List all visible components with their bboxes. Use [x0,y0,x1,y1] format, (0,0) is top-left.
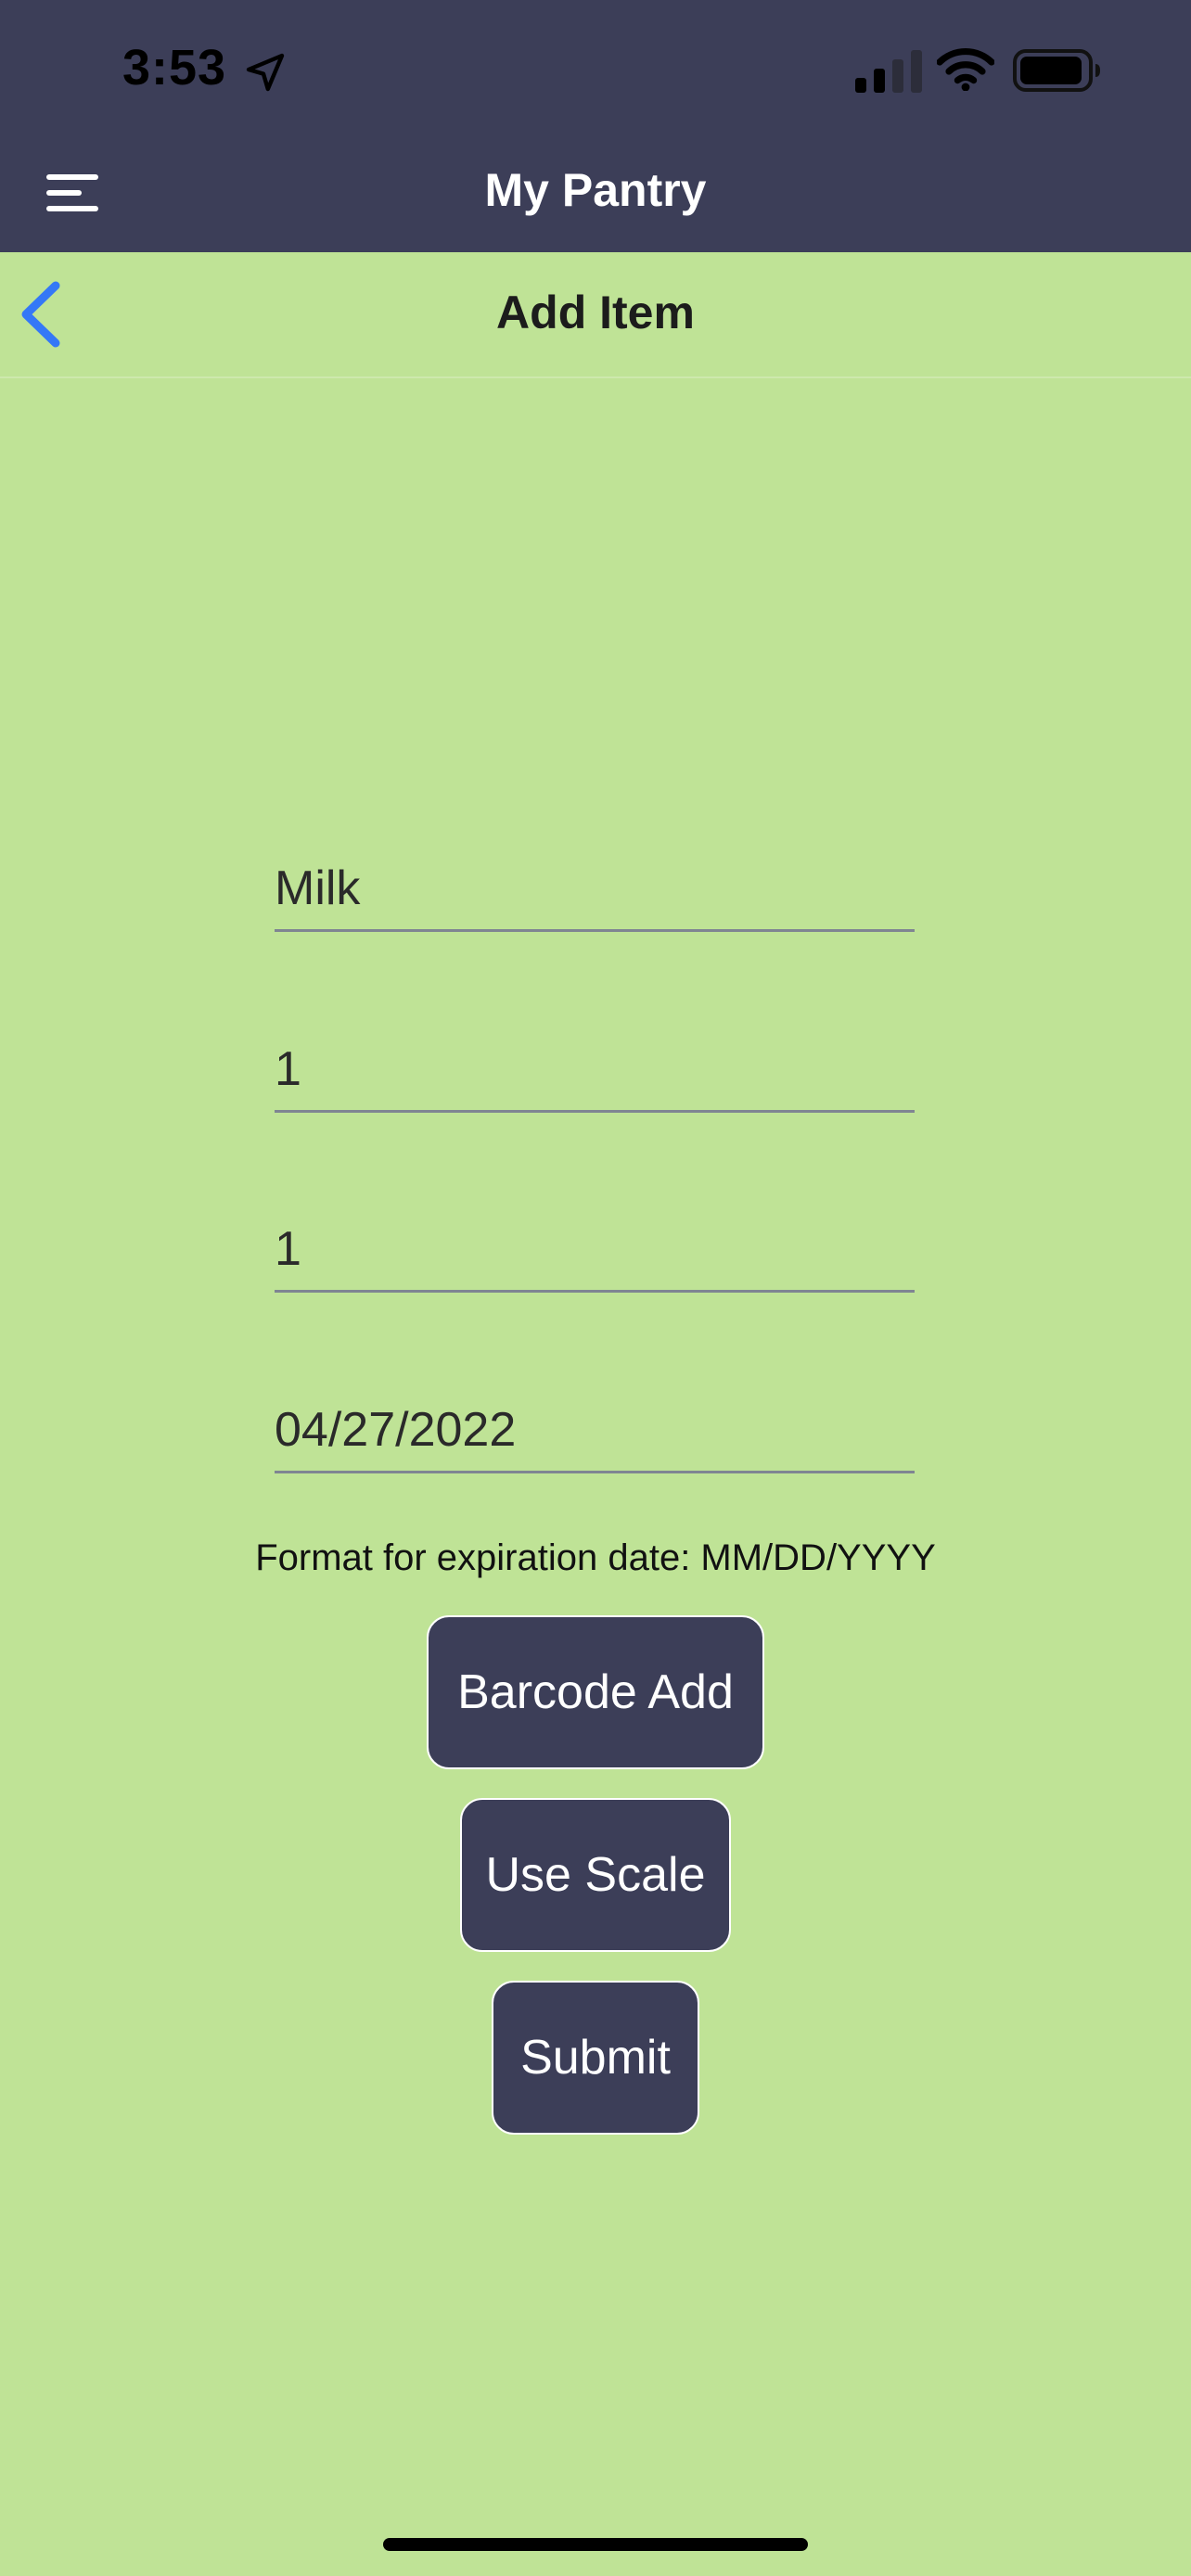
battery-icon [1013,49,1100,92]
location-arrow-icon [246,53,285,92]
amount-input[interactable] [275,1221,915,1277]
expiration-date-field[interactable] [275,1396,915,1473]
home-indicator[interactable] [383,2538,808,2551]
expiration-date-input[interactable] [275,1402,915,1458]
quantity-field[interactable] [275,1036,915,1113]
page-title: Add Item [496,287,695,338]
wifi-icon [937,47,994,91]
amount-field[interactable] [275,1216,915,1293]
expiration-format-hint: Format for expiration date: MM/DD/YYYY [255,1537,936,1578]
cellular-signal-icon [855,50,922,93]
submit-button[interactable]: Submit [492,1981,699,2135]
item-name-field[interactable] [275,855,915,932]
use-scale-button[interactable]: Use Scale [460,1798,731,1952]
barcode-add-button[interactable]: Barcode Add [427,1615,764,1769]
status-time: 3:53 [122,40,227,96]
app-title: My Pantry [484,164,707,216]
app-header: 3:53 My Pantry [0,0,1191,252]
item-name-input[interactable] [275,861,915,916]
quantity-input[interactable] [275,1041,915,1097]
